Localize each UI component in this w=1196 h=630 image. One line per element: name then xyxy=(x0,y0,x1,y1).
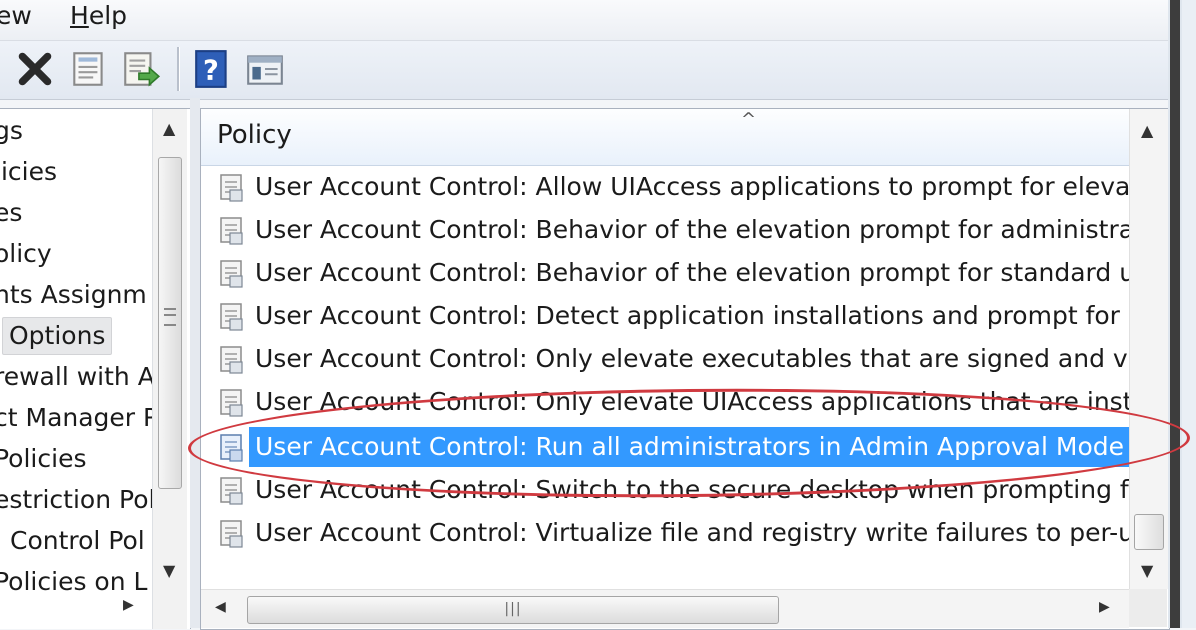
window-edge xyxy=(1168,0,1196,628)
tree-item[interactable]: Policies on L xyxy=(0,564,147,600)
tree-item[interactable]: hts Assignm xyxy=(0,277,147,313)
policy-name: User Account Control: Allow UIAccess app… xyxy=(255,172,1129,201)
list-item[interactable]: User Account Control: Only elevate execu… xyxy=(211,339,1129,379)
properties-icon[interactable] xyxy=(68,48,110,90)
policy-list: ^ Policy User Account Control: Allow UIA… xyxy=(200,108,1170,630)
help-icon[interactable]: ? xyxy=(192,48,234,90)
tree-item[interactable]: Control Pol xyxy=(10,523,145,559)
scroll-down-arrow-icon[interactable]: ▼ xyxy=(163,561,175,580)
show-hide-pane-icon[interactable] xyxy=(244,48,286,90)
policy-icon xyxy=(218,433,246,463)
toolbar-separator xyxy=(177,47,180,91)
column-header-label: Policy xyxy=(217,120,292,150)
tree-vertical-scrollbar[interactable]: ▲ ▼ ▶ xyxy=(123,109,187,629)
tree-item[interactable]: ct Manager P xyxy=(0,400,158,436)
list-item[interactable]: User Account Control: Behavior of the el… xyxy=(211,253,1129,293)
delete-icon[interactable] xyxy=(14,48,56,90)
tree-item[interactable]: es xyxy=(0,195,22,231)
list-item[interactable]: User Account Control: Allow UIAccess app… xyxy=(211,167,1129,207)
policy-name: User Account Control: Only elevate UIAcc… xyxy=(255,387,1129,416)
policy-icon xyxy=(218,216,246,246)
list-scroll-thumb[interactable] xyxy=(1134,514,1164,550)
scroll-right-arrow-icon[interactable]: ▶ xyxy=(123,597,134,613)
grip-icon xyxy=(164,308,176,326)
scroll-up-arrow-icon[interactable]: ▲ xyxy=(1141,121,1153,140)
list-item[interactable]: User Account Control: Switch to the secu… xyxy=(211,470,1129,510)
export-list-icon[interactable] xyxy=(120,48,162,90)
menu-help[interactable]: Help xyxy=(70,0,127,32)
console-tree: gs licies es olicy hts Assignm Options r… xyxy=(0,108,191,629)
list-item[interactable]: User Account Control: Virtualize file an… xyxy=(211,513,1129,553)
list-item[interactable]: User Account Control: Behavior of the el… xyxy=(211,210,1129,250)
sort-ascending-icon: ^ xyxy=(741,109,757,130)
tree-item-security-options[interactable]: Options xyxy=(2,317,113,355)
column-header-policy[interactable]: ^ Policy xyxy=(201,109,1129,166)
window-frame-bar xyxy=(1170,0,1180,628)
menu-view[interactable]: ew xyxy=(0,0,32,32)
scroll-up-arrow-icon[interactable]: ▲ xyxy=(163,119,175,138)
scrollbar-corner xyxy=(1129,589,1167,627)
policy-icon xyxy=(218,302,246,332)
tree-item[interactable]: rewall with A xyxy=(0,359,155,395)
list-vertical-scrollbar[interactable]: ▲ ▼ xyxy=(1129,109,1168,589)
list-item[interactable]: User Account Control: Only elevate UIAcc… xyxy=(211,382,1129,422)
tree-item[interactable]: estriction Pol xyxy=(0,482,155,518)
horizontal-scroll-thumb[interactable]: ||| xyxy=(247,596,779,624)
policy-icon xyxy=(218,173,246,203)
menu-bar: ew Help xyxy=(0,0,1168,41)
list-item[interactable]: User Account Control: Detect application… xyxy=(211,296,1129,336)
list-item-selected[interactable]: User Account Control: Run all administra… xyxy=(211,427,1129,467)
policy-name: User Account Control: Run all administra… xyxy=(255,432,1124,461)
policy-icon xyxy=(218,476,246,506)
policy-name: User Account Control: Switch to the secu… xyxy=(255,475,1129,504)
tree-item[interactable]: licies xyxy=(0,154,57,190)
tree-item[interactable]: Policies xyxy=(0,441,86,477)
policy-name: User Account Control: Detect application… xyxy=(255,301,1129,330)
policy-name: User Account Control: Only elevate execu… xyxy=(255,344,1129,373)
policy-name: User Account Control: Virtualize file an… xyxy=(255,518,1129,547)
tree-scroll-thumb[interactable] xyxy=(158,157,182,489)
pane-splitter[interactable] xyxy=(190,98,200,628)
svg-text:?: ? xyxy=(203,56,219,87)
scroll-down-arrow-icon[interactable]: ▼ xyxy=(1141,561,1153,580)
toolbar: ? xyxy=(0,41,1168,100)
window-frame-highlight xyxy=(1182,0,1196,628)
policy-name: User Account Control: Behavior of the el… xyxy=(255,258,1129,287)
tree-item[interactable]: olicy xyxy=(0,236,52,272)
policy-icon xyxy=(218,388,246,418)
scroll-right-arrow-icon[interactable]: ▶ xyxy=(1099,599,1110,615)
policy-icon xyxy=(218,259,246,289)
scroll-left-arrow-icon[interactable]: ◀ xyxy=(215,599,226,615)
list-horizontal-scrollbar[interactable]: ◀ ||| ▶ xyxy=(201,589,1129,628)
policy-icon xyxy=(218,519,246,549)
tree-item[interactable]: gs xyxy=(0,113,23,149)
policy-icon xyxy=(218,345,246,375)
policy-name: User Account Control: Behavior of the el… xyxy=(255,215,1129,244)
